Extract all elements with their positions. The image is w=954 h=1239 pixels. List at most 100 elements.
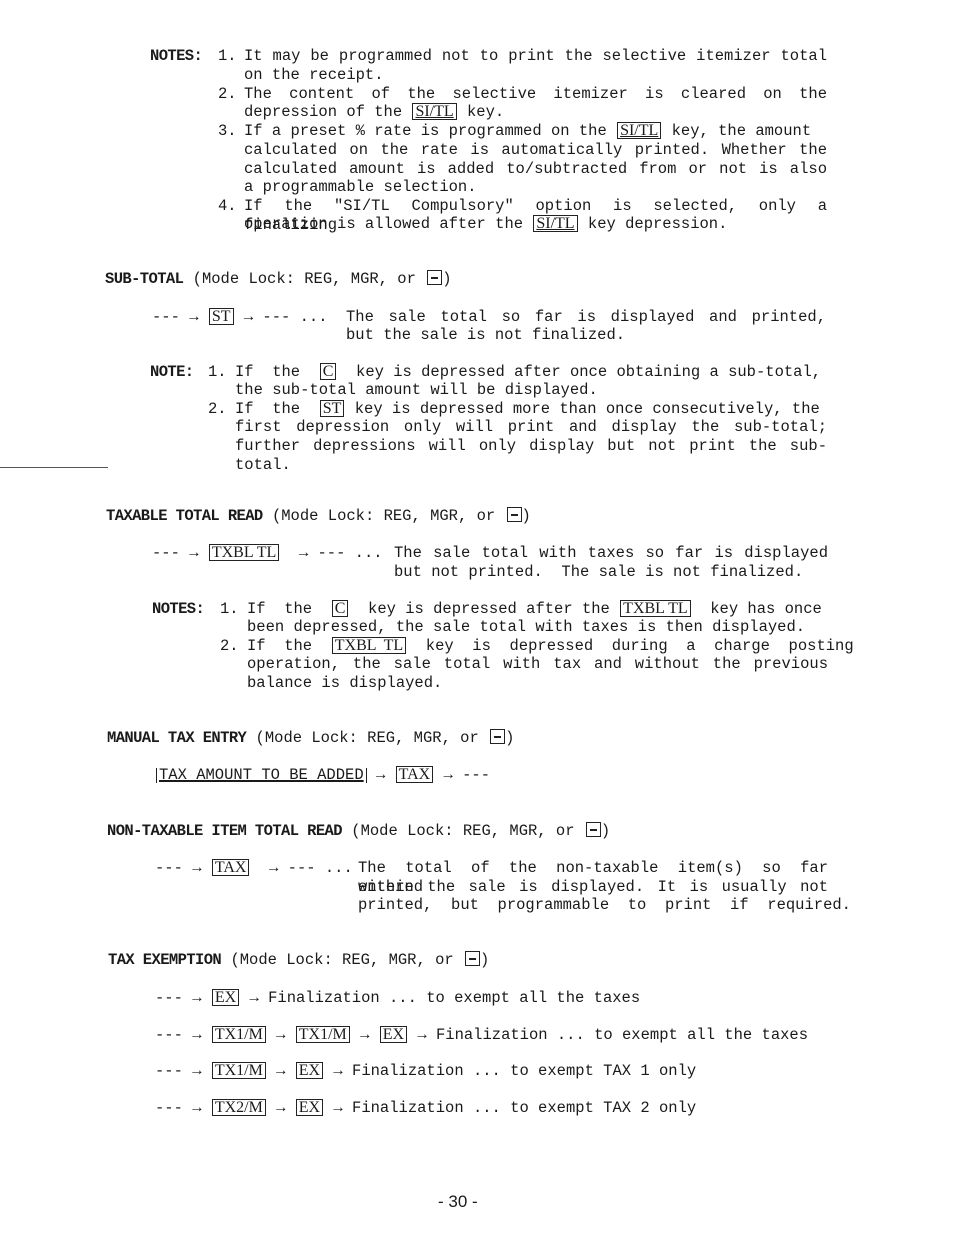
arrow-icon: → (192, 989, 202, 1007)
arrow-icon: → (192, 1062, 202, 1080)
arrow-icon: → (375, 766, 386, 784)
note-text: If a preset % rate is programmed on the … (244, 122, 811, 141)
key-txbl-tl: TXBL TL (208, 544, 280, 561)
description-text: but not printed. The sale is not finaliz… (394, 563, 804, 581)
sequence-prefix: --- (155, 989, 183, 1007)
notes-label: NOTES: (150, 47, 203, 65)
section-heading: MANUAL TAX ENTRY (Mode Lock: REG, MGR, o… (107, 729, 514, 748)
note-text-fragment: key is depressed after the (368, 600, 610, 618)
arrow-icon: → (192, 1099, 202, 1117)
close-paren: ) (480, 951, 490, 969)
note-text-fragment: If the (247, 637, 313, 655)
section-heading: TAX EXEMPTION (Mode Lock: REG, MGR, or ) (108, 951, 489, 970)
numeric-entry-box: TAX AMOUNT TO BE ADDED (156, 766, 367, 784)
mode-lock-minus-icon (585, 822, 601, 837)
note-text: depression of the SI/TL key. (244, 103, 504, 122)
key-tax: TAX (395, 766, 434, 783)
note-number: 4. (218, 197, 237, 215)
key-c: C (319, 363, 337, 380)
close-paren: ) (600, 822, 611, 840)
note-text: operation, the sale total with tax and w… (247, 655, 828, 673)
note-text: calculated on the rate is automatically … (244, 141, 827, 159)
key-si-tl: SI/TL (412, 103, 457, 120)
section-title: MANUAL TAX ENTRY (107, 729, 247, 747)
note-text: operation is allowed after the SI/TL key… (244, 215, 727, 234)
note-text: calculated amount is added to/subtracted… (244, 160, 827, 178)
section-title: TAX EXEMPTION (108, 951, 222, 969)
mode-lock-minus-icon (490, 729, 506, 744)
section-title: TAXABLE TOTAL READ (106, 507, 263, 525)
key-sequence: --- → ST → --- ... (152, 308, 328, 327)
section-heading: TAXABLE TOTAL READ (Mode Lock: REG, MGR,… (106, 507, 531, 526)
close-paren: ) (442, 270, 452, 288)
arrow-icon: → (276, 1026, 286, 1044)
note-text: If the C key is depressed after the TXBL… (247, 600, 822, 619)
sequence-suffix: → --- ... (243, 308, 328, 326)
sequence-prefix: --- (155, 1026, 183, 1044)
section-title: NON-TAXABLE ITEM TOTAL READ (107, 822, 343, 840)
mode-lock-text: (Mode Lock: REG, MGR, or (255, 729, 479, 747)
note-text: total. (235, 456, 291, 474)
key-sequence: --- → TAX → --- ... (155, 859, 353, 878)
key-ex: EX (211, 989, 240, 1006)
exemption-description: → Finalization ... to exempt all the tax… (249, 989, 641, 1007)
entry-label: TAX AMOUNT TO BE ADDED (159, 766, 364, 784)
mode-lock-minus-icon (506, 507, 522, 522)
note-number: 1. (220, 600, 239, 618)
note-text: balance is displayed. (247, 674, 443, 692)
description-text: but the sale is not finalized. (346, 326, 626, 344)
key-tx1-m: TX1/M (211, 1062, 266, 1079)
key-sequence: TAX AMOUNT TO BE ADDED → TAX → --- (156, 766, 490, 785)
key-ex: EX (295, 1062, 324, 1079)
note-text: a programmable selection. (244, 178, 477, 196)
description-text: printed, but programmable to print if re… (358, 896, 851, 914)
close-paren: ) (521, 507, 531, 525)
section-title: SUB-TOTAL (105, 270, 184, 288)
sequence-suffix: → --- ... (298, 544, 383, 562)
note-text: If the C key is depressed after once obt… (235, 363, 821, 382)
note-text-fragment: key is depressed after once obtaining a … (356, 363, 822, 381)
note-text-fragment: key. (466, 103, 505, 121)
note-text: on the receipt. (244, 66, 384, 84)
description-text: The sale total so far is displayed and p… (346, 308, 826, 326)
key-st: ST (319, 400, 345, 417)
section-heading: NON-TAXABLE ITEM TOTAL READ (Mode Lock: … (107, 822, 610, 841)
sequence-prefix: --- → (152, 544, 199, 562)
note-text: the sub-total amount will be displayed. (235, 381, 598, 399)
key-sequence: --- → TXBL TL → --- ... (152, 544, 383, 563)
key-tx1-m: TX1/M (295, 1026, 350, 1043)
arrow-icon: → (360, 1026, 370, 1044)
note-number: 1. (218, 47, 237, 65)
note-text-fragment: If the (235, 400, 301, 418)
exemption-description: → Finalization ... to exempt TAX 2 only (333, 1099, 697, 1117)
note-text-fragment: operation is allowed after the (244, 215, 524, 233)
arrow-icon: → (276, 1099, 286, 1117)
note-text-fragment: depression of the (244, 103, 403, 121)
arrow-icon: → (276, 1062, 286, 1080)
mode-lock-text: (Mode Lock: REG, MGR, or (192, 270, 416, 288)
note-text: If the TXBL TL key is depressed during a… (247, 637, 854, 656)
note-number: 2. (218, 85, 237, 103)
mode-lock-minus-icon (465, 951, 480, 966)
key-st: ST (208, 308, 234, 325)
exemption-row: --- → TX1/M → TX1/M → EX → Finalization … (155, 1026, 808, 1045)
note-text-fragment: If a preset % rate is programmed on the (244, 122, 607, 140)
note-text-fragment: key has once (710, 600, 822, 618)
description-text: The sale total with taxes so far is disp… (394, 544, 828, 562)
section-heading: SUB-TOTAL (Mode Lock: REG, MGR, or ) (105, 270, 452, 289)
note-text: further depressions will only display bu… (235, 437, 827, 455)
note-number: 1. (208, 363, 227, 381)
note-number: 3. (218, 122, 237, 140)
note-number: 2. (220, 637, 239, 655)
note-label: NOTES: (152, 600, 205, 618)
key-si-tl: SI/TL (617, 122, 662, 139)
key-tx1-m: TX1/M (211, 1026, 266, 1043)
note-text: first depression only will print and dis… (235, 418, 827, 436)
note-text: It may be programmed not to print the se… (244, 47, 827, 65)
note-number: 2. (208, 400, 227, 418)
mode-lock-text: (Mode Lock: REG, MGR, or (271, 507, 496, 525)
note-text: If the ST key is depressed more than onc… (235, 400, 820, 419)
sequence-prefix: --- (155, 1099, 183, 1117)
note-text-fragment: key depression. (587, 215, 728, 233)
sequence-prefix: --- → (155, 859, 202, 877)
